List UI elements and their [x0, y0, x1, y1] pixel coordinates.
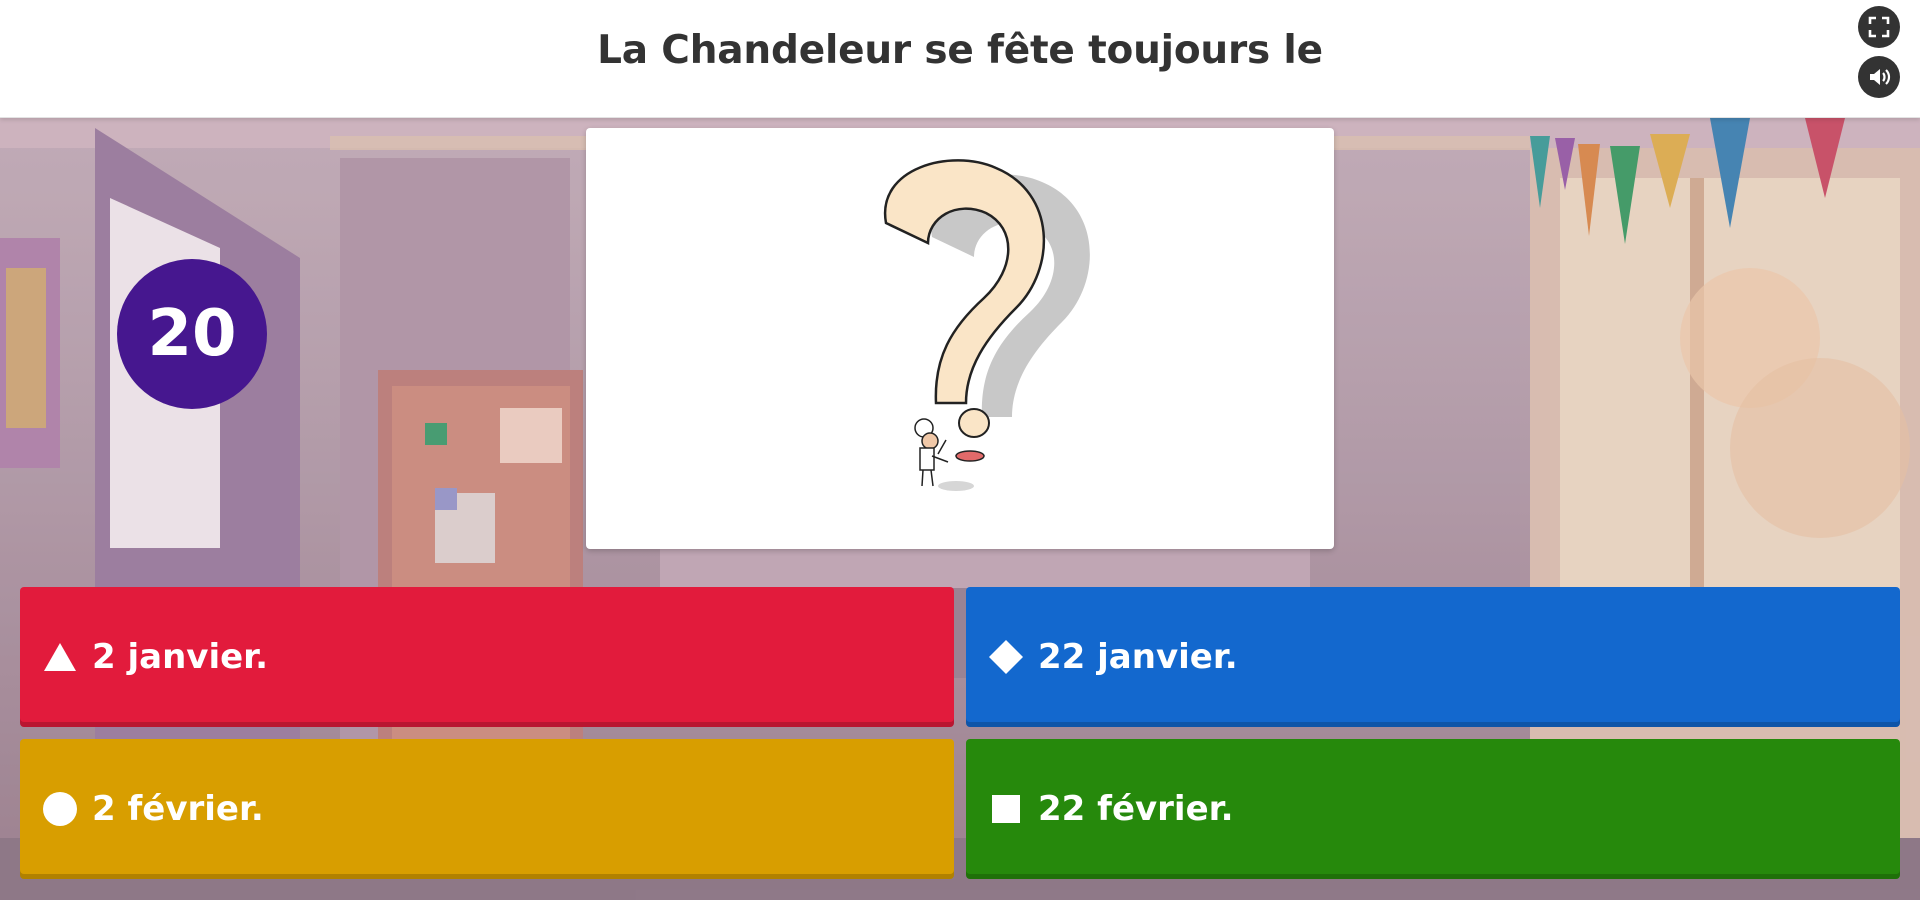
question-image — [586, 128, 1334, 549]
question-mark-illustration — [883, 159, 1090, 491]
answer-button-red[interactable]: 2 janvier. — [20, 587, 954, 727]
fullscreen-icon — [1868, 16, 1890, 38]
triangle-icon — [42, 639, 78, 675]
answer-label: 2 février. — [92, 789, 264, 829]
fullscreen-button[interactable] — [1858, 6, 1900, 48]
speaker-icon — [1870, 69, 1891, 85]
question-header: La Chandeleur se fête toujours le — [0, 0, 1920, 118]
answer-label: 22 février. — [1038, 789, 1234, 829]
countdown-timer: 20 — [117, 259, 267, 409]
answer-label: 2 janvier. — [92, 637, 269, 677]
answer-button-blue[interactable]: 22 janvier. — [966, 587, 1900, 727]
answer-label: 22 janvier. — [1038, 637, 1238, 677]
diamond-icon — [988, 639, 1024, 675]
question-title: La Chandeleur se fête toujours le — [597, 28, 1323, 73]
answer-button-yellow[interactable]: 2 février. — [20, 739, 954, 879]
sound-button[interactable] — [1858, 56, 1900, 98]
circle-icon — [42, 791, 78, 827]
square-icon — [988, 791, 1024, 827]
answer-button-green[interactable]: 22 février. — [966, 739, 1900, 879]
